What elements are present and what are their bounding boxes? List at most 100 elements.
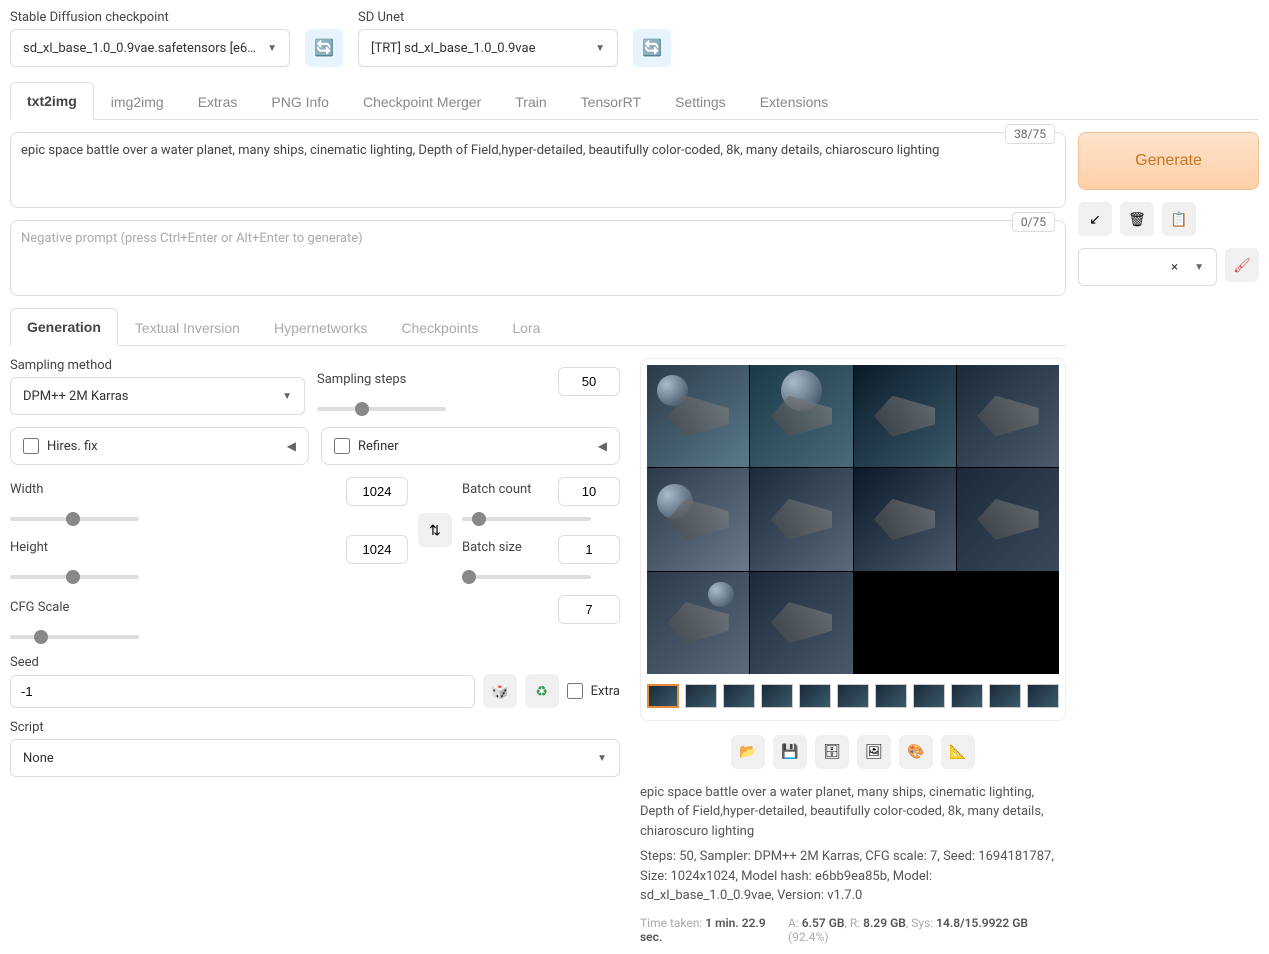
generate-button[interactable]: Generate: [1078, 132, 1259, 190]
swap-dimensions-button[interactable]: ⇅: [418, 513, 452, 547]
gallery-image[interactable]: [957, 365, 1059, 467]
collapse-icon[interactable]: ◀: [287, 439, 296, 453]
clear-prompt-button[interactable]: 🗑: [1120, 202, 1154, 236]
sampling-steps-slider[interactable]: [317, 407, 446, 411]
gallery-image[interactable]: [647, 365, 749, 467]
thumbnail[interactable]: [989, 684, 1021, 708]
gallery-image[interactable]: [750, 572, 852, 674]
mem-r-value: 8.29 GB: [863, 916, 906, 930]
thumbnail[interactable]: [647, 684, 679, 708]
negative-prompt-input[interactable]: [21, 231, 1055, 281]
edit-styles-button[interactable]: 🖌: [1225, 248, 1259, 282]
thumbnail[interactable]: [799, 684, 831, 708]
random-seed-button[interactable]: 🎲: [483, 674, 517, 708]
thumbnail[interactable]: [685, 684, 717, 708]
sampling-method-dropdown[interactable]: DPM++ 2M Karras ▼: [10, 377, 305, 415]
refiner-label: Refiner: [358, 439, 399, 454]
gallery-image[interactable]: [750, 365, 852, 467]
main-tabs: txt2img img2img Extras PNG Info Checkpoi…: [10, 82, 1259, 120]
script-label: Script: [10, 720, 620, 735]
width-input[interactable]: [346, 477, 408, 506]
subtab-checkpoints[interactable]: Checkpoints: [384, 308, 495, 346]
send-inpaint-button[interactable]: 🎨: [899, 735, 933, 769]
thumbnail[interactable]: [951, 684, 983, 708]
gallery-image[interactable]: [750, 468, 852, 570]
tab-img2img[interactable]: img2img: [94, 82, 181, 120]
chevron-down-icon: ▼: [1194, 262, 1204, 273]
tab-pnginfo[interactable]: PNG Info: [254, 82, 346, 120]
checkpoint-dropdown[interactable]: sd_xl_base_1.0_0.9vae.safetensors [e6bb9…: [10, 29, 290, 67]
recycle-icon: ♻: [535, 683, 548, 700]
tab-extras[interactable]: Extras: [181, 82, 255, 120]
thumbnail[interactable]: [875, 684, 907, 708]
height-input[interactable]: [346, 535, 408, 564]
thumbnail[interactable]: [913, 684, 945, 708]
batch-count-input[interactable]: [558, 477, 620, 506]
interrogate-button[interactable]: ↙: [1078, 202, 1112, 236]
chevron-down-icon: ▼: [282, 391, 292, 402]
arrow-icon: ↙: [1089, 211, 1101, 228]
checkpoint-label: Stable Diffusion checkpoint: [10, 10, 290, 25]
paste-button[interactable]: 📋: [1162, 202, 1196, 236]
mem-a-label: A:: [788, 916, 802, 930]
gallery-image[interactable]: [854, 365, 956, 467]
styles-dropdown[interactable]: × ▼: [1078, 248, 1217, 286]
height-slider[interactable]: [10, 575, 139, 579]
tab-settings[interactable]: Settings: [658, 82, 743, 120]
palette-icon: 🎨: [907, 743, 924, 760]
tab-checkpoint-merger[interactable]: Checkpoint Merger: [346, 82, 498, 120]
gallery-image[interactable]: [647, 468, 749, 570]
prompt-input[interactable]: [21, 143, 1055, 193]
image-icon: 🖼: [865, 743, 883, 760]
subtab-textual-inversion[interactable]: Textual Inversion: [118, 308, 257, 346]
gallery-image[interactable]: [854, 468, 956, 570]
thumbnail[interactable]: [1027, 684, 1059, 708]
chevron-down-icon: ▼: [595, 43, 605, 54]
gallery-image[interactable]: [957, 468, 1059, 570]
output-prompt-text: epic space battle over a water planet, m…: [640, 783, 1066, 842]
refiner-checkbox[interactable]: [334, 438, 350, 454]
open-folder-button[interactable]: 📂: [731, 735, 765, 769]
extra-seed-checkbox[interactable]: [567, 683, 583, 699]
cfg-input[interactable]: [558, 595, 620, 624]
sampling-method-label: Sampling method: [10, 358, 305, 373]
save-icon: 💾: [781, 743, 798, 760]
send-img2img-button[interactable]: 🖼: [857, 735, 891, 769]
collapse-icon[interactable]: ◀: [598, 439, 607, 453]
thumbnail[interactable]: [837, 684, 869, 708]
thumbnail[interactable]: [723, 684, 755, 708]
subtab-generation[interactable]: Generation: [10, 308, 118, 346]
tab-train[interactable]: Train: [498, 82, 563, 120]
ruler-icon: 📐: [949, 743, 966, 760]
tab-extensions[interactable]: Extensions: [743, 82, 845, 120]
cfg-slider[interactable]: [10, 635, 139, 639]
send-extras-button[interactable]: 📐: [941, 735, 975, 769]
reload-checkpoint-button[interactable]: 🔄: [305, 29, 343, 67]
clear-styles-icon[interactable]: ×: [1171, 260, 1178, 275]
batch-size-input[interactable]: [558, 535, 620, 564]
unet-dropdown[interactable]: [TRT] sd_xl_base_1.0_0.9vae ▼: [358, 29, 618, 67]
gallery-image[interactable]: [647, 572, 749, 674]
tab-txt2img[interactable]: txt2img: [10, 82, 94, 120]
subtab-lora[interactable]: Lora: [495, 308, 557, 346]
checkpoint-value: sd_xl_base_1.0_0.9vae.safetensors [e6bb9…: [23, 41, 259, 56]
batch-count-label: Batch count: [462, 482, 531, 497]
subtab-hypernetworks[interactable]: Hypernetworks: [257, 308, 384, 346]
tab-tensorrt[interactable]: TensorRT: [564, 82, 658, 120]
width-slider[interactable]: [10, 517, 139, 521]
reuse-seed-button[interactable]: ♻: [525, 674, 559, 708]
reload-unet-button[interactable]: 🔄: [633, 29, 671, 67]
save-button[interactable]: 💾: [773, 735, 807, 769]
script-dropdown[interactable]: None ▼: [10, 739, 620, 777]
seed-label: Seed: [10, 655, 620, 670]
prompt-token-count: 38/75: [1005, 124, 1055, 144]
batch-size-slider[interactable]: [462, 575, 591, 579]
reload-icon: 🔄: [642, 38, 662, 58]
seed-input[interactable]: [10, 675, 475, 708]
width-label: Width: [10, 482, 43, 497]
sampling-steps-input[interactable]: [558, 367, 620, 396]
batch-count-slider[interactable]: [462, 517, 591, 521]
thumbnail[interactable]: [761, 684, 793, 708]
hires-fix-checkbox[interactable]: [23, 438, 39, 454]
zip-button[interactable]: 🗄: [815, 735, 849, 769]
